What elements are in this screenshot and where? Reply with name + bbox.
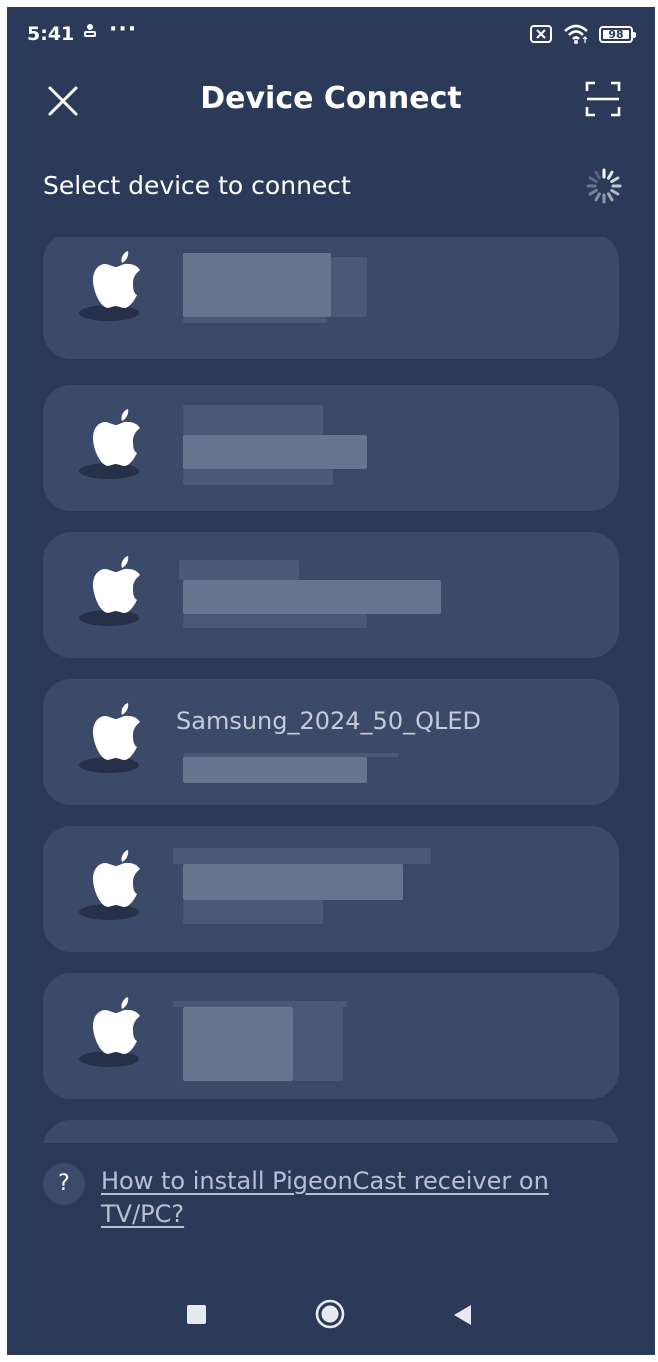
navigation-bar <box>7 1285 655 1345</box>
loading-spinner-icon <box>586 168 622 204</box>
wifi-icon <box>564 24 588 44</box>
apple-icon <box>93 997 140 1054</box>
battery-icon: 98 <box>599 25 636 43</box>
device-card[interactable] <box>43 532 619 658</box>
device-name: Samsung_2024_50_QLED <box>176 707 482 735</box>
section-title: Select device to connect <box>43 171 351 200</box>
notification-icon <box>84 24 96 37</box>
device-card[interactable] <box>43 973 619 1099</box>
apple-icon <box>93 556 140 613</box>
header: Device Connect <box>7 71 655 127</box>
battery-level: 98 <box>608 27 624 41</box>
device-card[interactable] <box>43 1120 619 1143</box>
scan-qr-icon[interactable] <box>583 79 623 119</box>
status-bar: 5:41 ··· 98 <box>7 7 655 63</box>
device-card[interactable] <box>43 826 619 952</box>
apple-icon <box>93 703 140 760</box>
device-card[interactable] <box>43 237 619 359</box>
help-link[interactable]: How to install PigeonCast receiver on TV… <box>101 1165 611 1231</box>
recent-apps-icon[interactable] <box>187 1305 206 1324</box>
status-icons: 98 <box>529 23 636 45</box>
status-time: 5:41 <box>27 23 75 45</box>
back-icon[interactable] <box>451 1303 473 1327</box>
device-card[interactable] <box>43 385 619 511</box>
help-icon[interactable]: ? <box>43 1163 85 1205</box>
no-sim-icon <box>530 25 552 43</box>
more-notifications-icon: ··· <box>109 17 138 42</box>
device-connect-screen: 5:41 ··· 98 Device Connect Select device… <box>7 7 655 1355</box>
apple-icon <box>93 409 140 466</box>
apple-icon <box>93 251 140 308</box>
home-icon[interactable] <box>315 1299 345 1329</box>
page-title: Device Connect <box>200 81 462 116</box>
device-list: Samsung_2024_50_QLED <box>43 237 619 1143</box>
device-card[interactable]: Samsung_2024_50_QLED <box>43 679 619 805</box>
apple-icon <box>93 850 140 907</box>
